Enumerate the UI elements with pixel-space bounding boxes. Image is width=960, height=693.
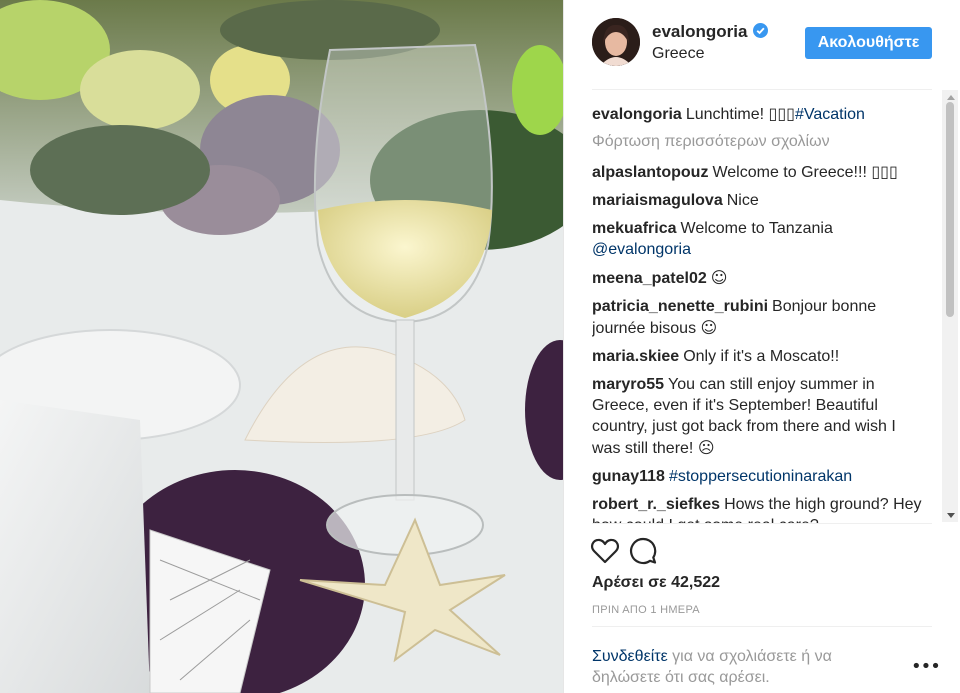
comment-text: Only if it's a Moscato!! — [683, 348, 840, 365]
login-link[interactable]: Συνδεθείτε — [592, 648, 668, 665]
comment-item: gunay118 #stoppersecutioninarakan — [592, 466, 927, 487]
comment-username[interactable]: robert_r._siefkes — [592, 496, 720, 513]
wine-glass-table-photo — [0, 0, 563, 693]
post-view: evalongoria Greece Ακολουθήστε evalongor… — [0, 0, 960, 693]
comment-item: maryro55 You can still enjoy summer in Gr… — [592, 374, 927, 459]
post-location[interactable]: Greece — [652, 45, 704, 63]
comment-emoji: ☺ — [700, 318, 718, 337]
profile-photo — [592, 18, 640, 66]
comment-username[interactable]: mekuafrica — [592, 220, 677, 237]
comment-item: meena_patel02 ☺ — [592, 267, 927, 289]
comment-item: maria.skiee Only if it's a Moscato!! — [592, 346, 927, 367]
post-author-username[interactable]: evalongoria — [652, 22, 747, 41]
post-caption: evalongoria Lunchtime! ▯▯▯#Vacation — [592, 103, 927, 125]
comment-emoji: ☺ — [710, 268, 728, 287]
comments-list[interactable]: evalongoria Lunchtime! ▯▯▯#Vacation Φόρτω… — [592, 93, 944, 523]
comment-item: patricia_nenette_rubini Bonjour bonne jou… — [592, 296, 927, 339]
comment-emoji: ▯▯▯ — [871, 162, 898, 181]
ellipsis-icon[interactable]: ••• — [911, 658, 941, 676]
comment-username[interactable]: patricia_nenette_rubini — [592, 298, 768, 315]
caption-hashtag[interactable]: #Vacation — [795, 106, 865, 123]
comment-item: mekuafrica Welcome to Tanzania @evalongor… — [592, 218, 927, 260]
divider — [592, 626, 932, 627]
post-timestamp[interactable]: ΠΡΙΝ ΑΠΟ 1 ΗΜΕΡΑ — [592, 604, 700, 616]
comment-text: Welcome to Greece!!! — [712, 164, 872, 181]
likes-count[interactable]: Αρέσει σε 42,522 — [592, 574, 720, 592]
comment-hashtag[interactable]: #stoppersecutioninarakan — [669, 468, 852, 485]
post-side-panel: evalongoria Greece Ακολουθήστε evalongor… — [563, 0, 960, 693]
comment-username[interactable]: gunay118 — [592, 468, 665, 485]
login-to-comment-prompt: Συνδεθείτε για να σχολιάσετε ή να δηλώσε… — [592, 646, 867, 688]
avatar[interactable] — [592, 18, 640, 66]
comments-scrollbar[interactable] — [942, 90, 958, 522]
heart-icon[interactable] — [590, 536, 620, 566]
scroll-up-arrow-icon[interactable] — [947, 95, 955, 100]
comment-username[interactable]: alpaslantopouz — [592, 164, 708, 181]
post-author[interactable]: evalongoria — [652, 22, 769, 42]
verified-badge-icon — [753, 23, 769, 38]
comment-item: alpaslantopouz Welcome to Greece!!! ▯▯▯ — [592, 161, 927, 183]
caption-emoji: ▯▯▯ — [768, 104, 795, 123]
caption-text: Lunchtime! — [685, 106, 769, 123]
comment-text: Welcome to Tanzania — [680, 220, 833, 237]
follow-button[interactable]: Ακολουθήστε — [805, 27, 932, 59]
post-photo[interactable] — [0, 0, 563, 693]
comment-username[interactable]: maryro55 — [592, 376, 664, 393]
comment-username[interactable]: maria.skiee — [592, 348, 679, 365]
scroll-down-arrow-icon[interactable] — [947, 513, 955, 518]
comment-text: Nice — [726, 192, 759, 209]
divider — [592, 523, 932, 524]
scrollbar-thumb[interactable] — [946, 102, 954, 317]
post-header: evalongoria Greece Ακολουθήστε — [564, 0, 960, 88]
comment-emoji: ☹ — [697, 438, 715, 457]
comment-item: mariaismagulova Nice — [592, 190, 927, 211]
load-more-comments-link[interactable]: Φόρτωση περισσότερων σχολίων — [592, 131, 944, 152]
comment-item: robert_r._siefkes Hows the high ground? H… — [592, 494, 927, 523]
comment-username[interactable]: mariaismagulova — [592, 192, 723, 209]
caption-username[interactable]: evalongoria — [592, 106, 682, 123]
divider — [592, 89, 932, 90]
comment-username[interactable]: meena_patel02 — [592, 270, 707, 287]
comment-bubble-icon[interactable] — [628, 536, 658, 566]
comment-mention[interactable]: @evalongoria — [592, 241, 691, 258]
